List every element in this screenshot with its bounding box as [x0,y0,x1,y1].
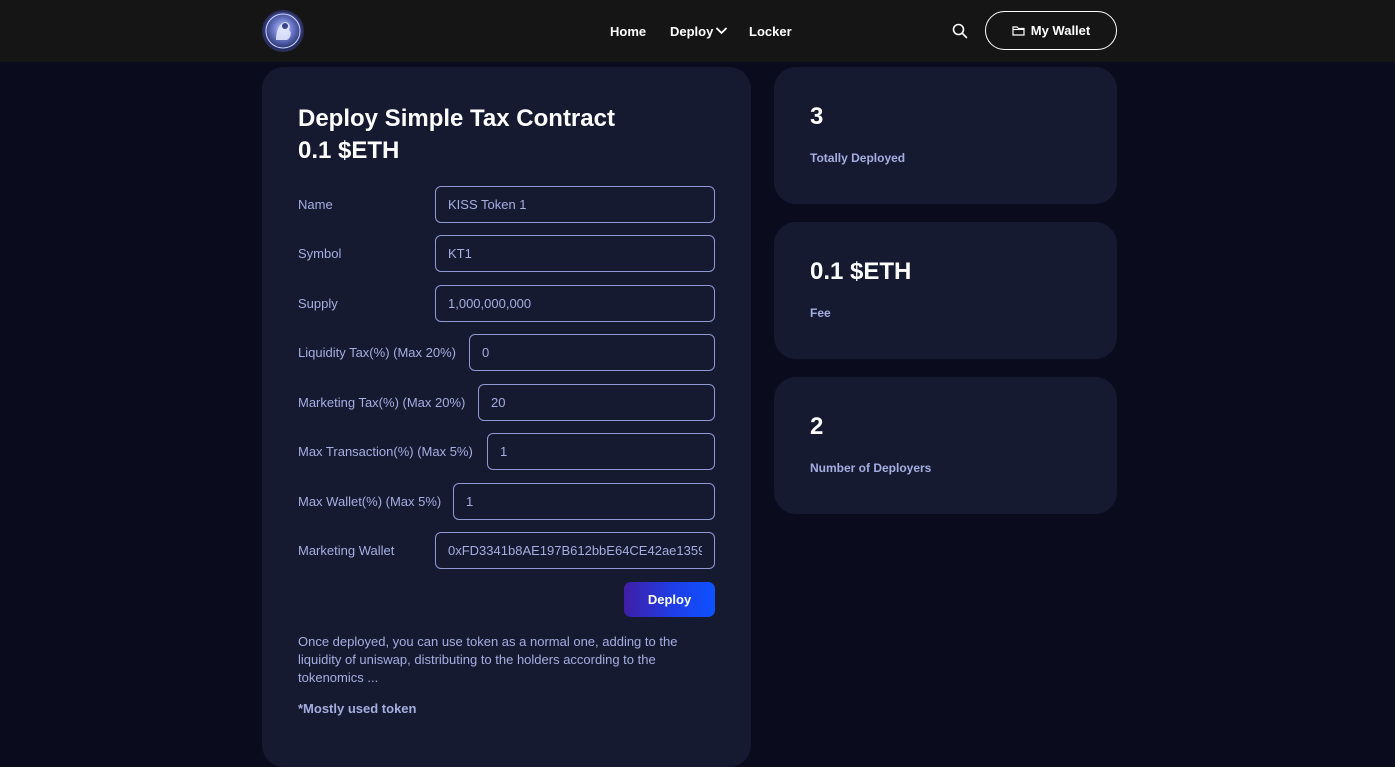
nav-deploy-label: Deploy [670,23,714,39]
search-icon[interactable] [952,23,968,39]
max-transaction-label: Max Transaction(%) (Max 5%) [298,444,473,459]
deploy-form-card: Deploy Simple Tax Contract 0.1 $ETH Name… [262,67,751,767]
top-navbar: Home Deploy Locker My Wallet [0,0,1395,62]
liquidity-tax-label: Liquidity Tax(%) (Max 20%) [298,345,456,360]
stat-card-totally-deployed: 3 Totally Deployed [774,67,1117,204]
marketing-tax-input[interactable] [478,384,715,421]
form-title-price: 0.1 $ETH [298,137,400,164]
deploy-description: Once deployed, you can use token as a no… [298,634,678,685]
marketing-wallet-label: Marketing Wallet [298,543,395,558]
stat-card-deployers: 2 Number of Deployers [774,377,1117,514]
nav-locker-label: Locker [749,23,792,39]
form-title: Deploy Simple Tax Contract 0.1 $ETH [298,103,615,167]
stat-value: 3 [810,103,824,130]
form-title-main: Deploy Simple Tax Contract [298,105,615,132]
max-transaction-input[interactable] [487,433,715,470]
stat-label: Totally Deployed [810,151,906,165]
my-wallet-label: My Wallet [1030,23,1091,38]
supply-label: Supply [298,296,338,311]
nav-home-link[interactable]: Home [610,0,646,62]
stat-label: Number of Deployers [810,461,932,475]
marketing-tax-label: Marketing Tax(%) (Max 20%) [298,395,466,410]
symbol-label: Symbol [298,246,342,261]
max-wallet-input[interactable] [453,483,715,520]
stat-label: Fee [810,306,831,320]
my-wallet-button[interactable]: My Wallet [985,11,1117,50]
name-label: Name [298,197,333,212]
liquidity-tax-input[interactable] [469,334,715,371]
deploy-button[interactable]: Deploy [624,582,715,617]
stat-card-fee: 0.1 $ETH Fee [774,222,1117,359]
stat-value: 0.1 $ETH [810,258,912,285]
nav-locker-link[interactable]: Locker [749,0,792,62]
stat-value: 2 [810,413,824,440]
nav-home-label: Home [610,23,647,39]
marketing-wallet-input[interactable] [435,532,715,569]
name-input[interactable] [435,186,715,223]
nav-deploy-dropdown[interactable]: Deploy [670,0,728,62]
max-wallet-label: Max Wallet(%) (Max 5%) [298,494,442,509]
chevron-down-icon [716,27,728,35]
symbol-input[interactable] [435,235,715,272]
logo-icon[interactable] [262,10,304,52]
wallet-icon [1012,26,1025,36]
supply-input[interactable] [435,285,715,322]
mostly-used-note: *Mostly used token [298,701,417,716]
